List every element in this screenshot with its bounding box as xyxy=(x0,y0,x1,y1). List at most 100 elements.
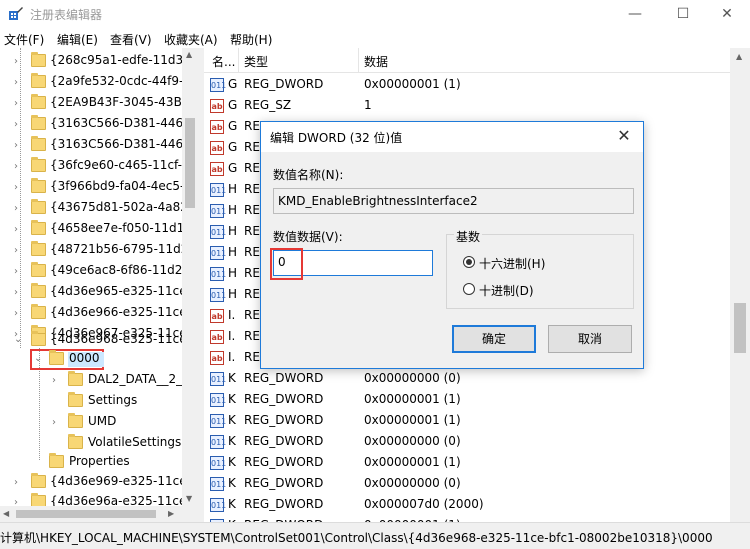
tree-key[interactable]: › {2a9fe532-0cdc-44f9-9 xyxy=(0,72,191,93)
list-cell-type: RE xyxy=(244,350,260,364)
list-cell-data: 0x00000000 (0) xyxy=(364,371,461,385)
tree-key[interactable]: › {3163C566-D381-4467- xyxy=(0,135,195,156)
cancel-button[interactable]: 取消 xyxy=(548,325,632,353)
expand-arrow-icon[interactable]: › xyxy=(14,119,18,130)
expand-arrow-icon[interactable]: › xyxy=(14,140,18,151)
column-header-type[interactable]: 类型 xyxy=(244,53,268,70)
string-value-icon: ab xyxy=(210,351,224,365)
minimize-button[interactable]: — xyxy=(612,0,658,28)
column-header-data[interactable]: 数据 xyxy=(364,53,388,70)
tree-key[interactable]: › {268c95a1-edfe-11d3-9 xyxy=(0,51,195,72)
tree-key[interactable]: › {4d36e969-e325-11ce- xyxy=(0,472,191,493)
binary-value-icon: 011 xyxy=(210,456,226,470)
string-value-icon: ab xyxy=(210,120,224,134)
binary-value-icon: 011 xyxy=(210,372,226,386)
tree-key[interactable]: › {49ce6ac8-6f86-11d2-b xyxy=(0,261,194,282)
expand-arrow-icon[interactable]: › xyxy=(14,245,18,256)
dialog-close-button[interactable]: ✕ xyxy=(611,125,637,147)
tree-key[interactable]: Properties xyxy=(0,452,182,473)
list-row[interactable]: ab G REG_SZ 1 xyxy=(204,96,730,117)
expand-arrow-icon[interactable]: › xyxy=(14,161,18,172)
hex-radio[interactable] xyxy=(463,256,475,268)
folder-icon xyxy=(31,283,46,298)
expand-arrow-icon[interactable]: › xyxy=(14,224,18,235)
list-row[interactable]: 011K REG_DWORD 0x00000001 (1) xyxy=(204,390,730,411)
dec-radio-label[interactable]: 十进制(D) xyxy=(479,282,534,299)
tree-key[interactable]: › {36fc9e60-c465-11cf-80 xyxy=(0,156,197,177)
list-row[interactable]: 011 K REG_DWORD 0x00000000 (0) xyxy=(204,432,730,453)
scroll-left-icon[interactable]: ◀ xyxy=(3,509,9,518)
expand-arrow-icon[interactable]: › xyxy=(52,417,56,428)
tree-key[interactable]: › {3f966bd9-fa04-4ec5-9 xyxy=(0,177,192,198)
string-value-icon: ab xyxy=(210,99,224,113)
expand-arrow-icon[interactable]: › xyxy=(14,266,18,277)
list-row[interactable]: 011 K REG_DWORD 0x00000000 (0) xyxy=(204,474,730,495)
menu-edit[interactable]: 编辑(E) xyxy=(57,31,98,48)
list-row[interactable]: 011 K REG_DWORD 0x000007d0 (2000) xyxy=(204,495,730,516)
list-cell-type: REG_DWORD xyxy=(244,392,324,406)
list-cell-type: REG_DWORD xyxy=(244,77,324,91)
ok-button[interactable]: 确定 xyxy=(452,325,536,353)
menu-view[interactable]: 查看(V) xyxy=(110,31,152,48)
expand-arrow-icon[interactable]: › xyxy=(52,375,56,386)
menu-help[interactable]: 帮助(H) xyxy=(230,31,272,48)
tree-key[interactable]: › {4d36e966-e325-11ce- xyxy=(0,303,191,324)
scroll-down-icon[interactable]: ▼ xyxy=(186,494,192,503)
tree-key[interactable]: VolatileSettings xyxy=(0,433,182,454)
tree-key[interactable]: › UMD xyxy=(0,412,182,433)
close-button[interactable]: ✕ xyxy=(704,0,750,28)
menu-favorites[interactable]: 收藏夹(A) xyxy=(164,31,218,48)
collapse-arrow-icon[interactable]: ⌄ xyxy=(34,353,42,364)
collapse-arrow-icon[interactable]: ⌄ xyxy=(14,334,22,345)
expand-arrow-icon[interactable]: › xyxy=(14,477,18,488)
folder-icon xyxy=(68,434,83,449)
list-row[interactable]: 011 G REG_DWORD 0x00000001 (1) xyxy=(204,75,730,96)
expand-arrow-icon[interactable]: › xyxy=(14,203,18,214)
tree-key[interactable]: › {3163C566-D381-4467- xyxy=(0,114,195,135)
scroll-up-icon[interactable]: ▲ xyxy=(736,52,742,61)
tree-key[interactable]: › {4d36e965-e325-11ce- xyxy=(0,282,191,303)
tree-key[interactable]: › {4658ee7e-f050-11d1-b xyxy=(0,219,196,240)
list-cell-type: RE xyxy=(244,161,260,175)
binary-value-icon: 011 xyxy=(210,288,226,302)
expand-arrow-icon[interactable]: › xyxy=(14,182,18,193)
string-value-icon: ab xyxy=(210,162,224,176)
scroll-thumb[interactable] xyxy=(16,510,156,518)
tree-key[interactable]: › {48721b56-6795-11d2- xyxy=(0,240,193,261)
list-cell-name: I. xyxy=(228,350,236,364)
scroll-thumb[interactable] xyxy=(185,118,195,208)
list-row[interactable]: 011 K REG_DWORD 0x00000000 (0) xyxy=(204,369,730,390)
tree-key-expanded[interactable]: ⌄ {4d36e968-e325-11ce- xyxy=(0,330,191,351)
expand-arrow-icon[interactable]: › xyxy=(14,77,18,88)
list-cell-data: 0x00000000 (0) xyxy=(364,434,461,448)
tree-key[interactable]: › {2EA9B43F-3045-43B5- xyxy=(0,93,194,114)
scroll-right-icon[interactable]: ▶ xyxy=(168,509,174,518)
binary-value-icon: 011 xyxy=(210,78,226,92)
list-row[interactable]: 011K REG_DWORD 0x00000001 (1) xyxy=(204,411,730,432)
expand-arrow-icon[interactable]: › xyxy=(14,308,18,319)
list-cell-name: K xyxy=(228,371,236,385)
expand-arrow-icon[interactable]: › xyxy=(14,56,18,67)
tree-key[interactable]: › {43675d81-502a-4a82- xyxy=(0,198,192,219)
binary-value-icon: 011 xyxy=(210,183,226,197)
list-cell-type: REG_DWORD xyxy=(244,476,324,490)
menu-file[interactable]: 文件(F) xyxy=(4,31,44,48)
hex-radio-label[interactable]: 十六进制(H) xyxy=(479,255,545,272)
list-row[interactable]: 011K REG_DWORD 0x00000001 (1) xyxy=(204,453,730,474)
tree-horizontal-scrollbar[interactable]: ◀ ▶ xyxy=(0,506,198,522)
expand-arrow-icon[interactable]: › xyxy=(14,287,18,298)
scroll-thumb[interactable] xyxy=(734,303,746,353)
folder-icon xyxy=(68,392,83,407)
registry-tree[interactable]: › {268c95a1-edfe-11d3-9 › {2a9fe532-0cdc… xyxy=(0,48,198,522)
folder-icon xyxy=(68,413,83,428)
list-vertical-scrollbar[interactable]: ▲ xyxy=(730,48,750,522)
scroll-up-icon[interactable]: ▲ xyxy=(186,50,192,59)
column-header-name[interactable]: 名... xyxy=(212,53,235,70)
tree-key-selected[interactable]: ⌄ 0000 xyxy=(0,349,182,370)
tree-key[interactable]: › DAL2_DATA__2_0 xyxy=(0,370,190,391)
maximize-button[interactable]: ☐ xyxy=(660,0,706,28)
tree-vertical-scrollbar[interactable]: ▲ ▼ xyxy=(182,48,198,506)
dec-radio[interactable] xyxy=(463,283,475,295)
expand-arrow-icon[interactable]: › xyxy=(14,98,18,109)
tree-key[interactable]: Settings xyxy=(0,391,182,412)
